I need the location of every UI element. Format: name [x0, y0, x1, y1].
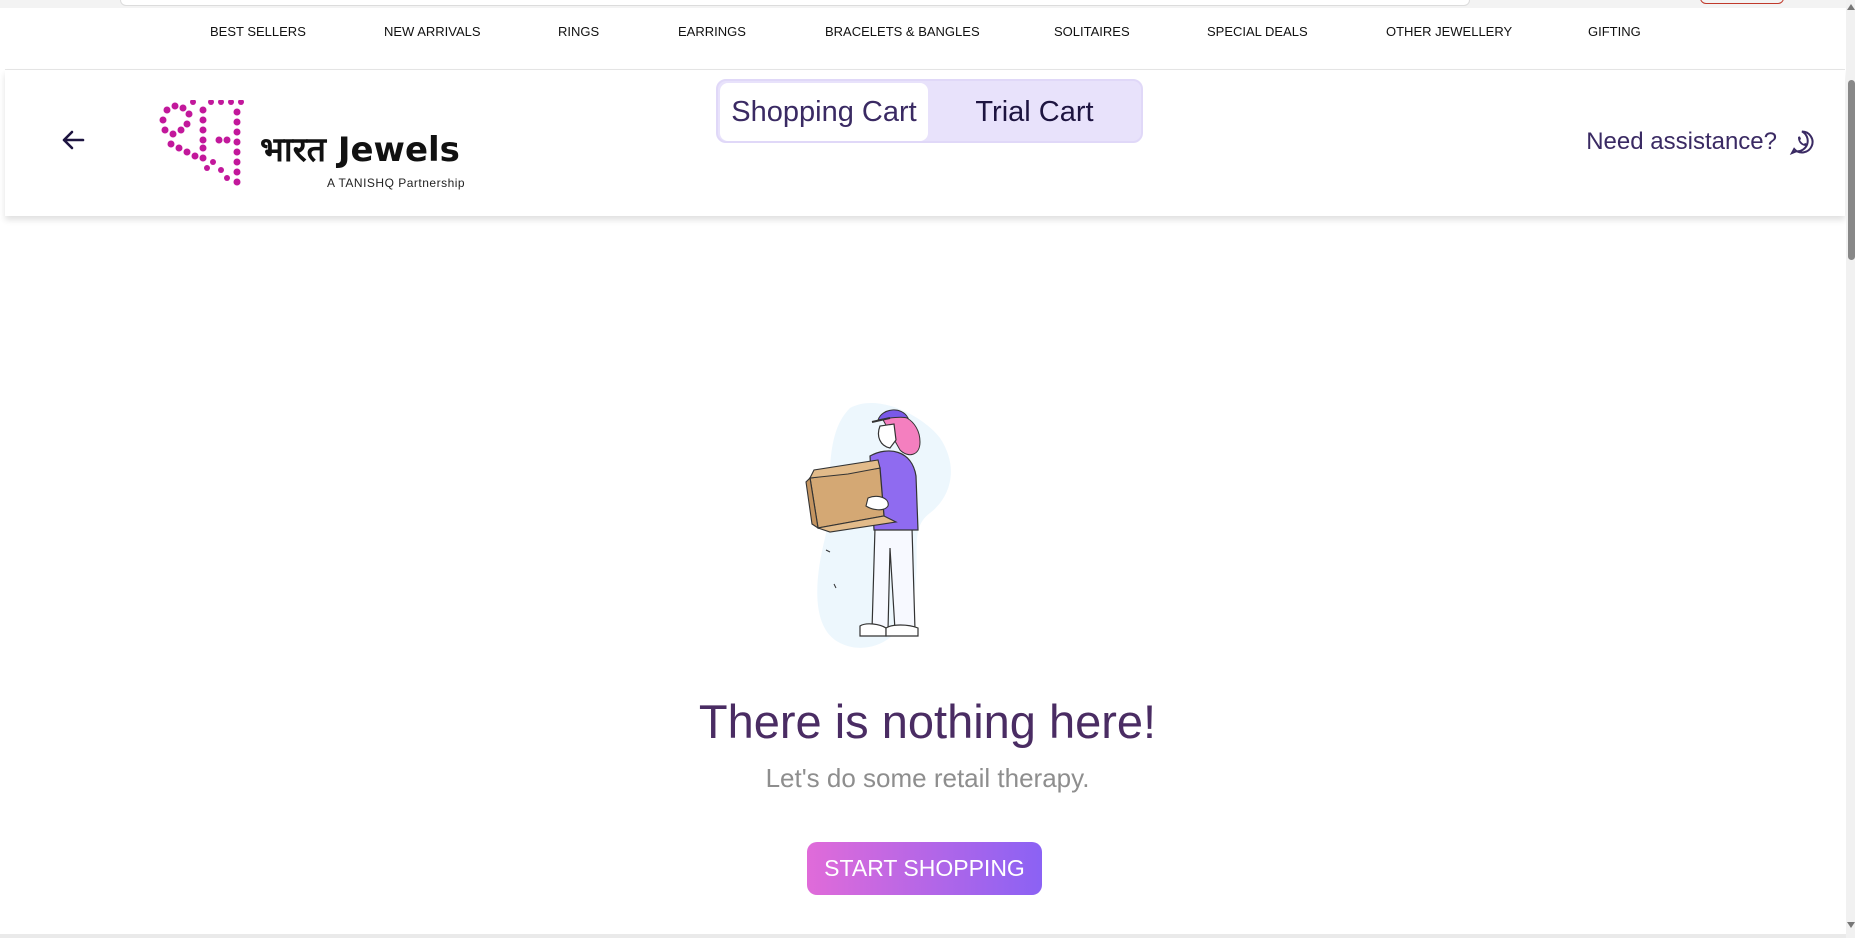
empty-cart-title: There is nothing here!: [698, 695, 1157, 748]
back-button[interactable]: [57, 124, 89, 156]
tab-trial-cart[interactable]: Trial Cart: [928, 83, 1141, 141]
empty-cart-subtitle: Let's do some retail therapy.: [765, 763, 1090, 793]
top-button-edge[interactable]: [1700, 0, 1784, 4]
start-shopping-button[interactable]: START SHOPPING: [807, 842, 1042, 895]
scroll-up-arrow-icon[interactable]: [1847, 4, 1855, 10]
nav-item-earrings[interactable]: EARRINGS: [678, 24, 746, 39]
need-assistance-link[interactable]: Need assistance?: [1586, 128, 1815, 156]
nav-item-gifting[interactable]: GIFTING: [1588, 24, 1641, 39]
page: BEST SELLERS NEW ARRIVALS RINGS EARRINGS…: [0, 0, 1855, 938]
heart-pattern-logo-mark: [159, 100, 244, 186]
brand-logo[interactable]: भारत Jewels A TANISHQ Partnership: [157, 100, 487, 200]
top-strip: [0, 0, 1855, 8]
bottom-edge: [0, 934, 1846, 938]
whatsapp-icon: [1789, 130, 1814, 155]
nav-item-special-deals[interactable]: SPECIAL DEALS: [1207, 24, 1308, 39]
tab-shopping-cart[interactable]: Shopping Cart: [720, 83, 928, 141]
nav-item-bracelets-bangles[interactable]: BRACELETS & BANGLES: [825, 24, 980, 39]
nav-item-new-arrivals[interactable]: NEW ARRIVALS: [384, 24, 481, 39]
cart-header: भारत Jewels A TANISHQ Partnership Shoppi…: [5, 70, 1845, 216]
scroll-down-arrow-icon[interactable]: [1847, 922, 1855, 928]
assistance-label: Need assistance?: [1586, 128, 1777, 155]
person-holding-box-illustration: [805, 403, 951, 648]
nav-item-solitaires[interactable]: SOLITAIRES: [1054, 24, 1130, 39]
category-navbar: BEST SELLERS NEW ARRIVALS RINGS EARRINGS…: [5, 8, 1845, 70]
arrow-left-icon: [62, 130, 85, 150]
scrollbar-thumb[interactable]: [1848, 80, 1855, 260]
search-bar-edge[interactable]: [120, 0, 1470, 6]
logo-subtitle: A TANISHQ Partnership: [327, 176, 466, 190]
nav-item-best-sellers[interactable]: BEST SELLERS: [210, 24, 306, 39]
nav-item-rings[interactable]: RINGS: [558, 24, 599, 39]
logo-title: भारत Jewels: [260, 130, 460, 170]
nav-item-other-jewellery[interactable]: OTHER JEWELLERY: [1386, 24, 1512, 39]
cart-type-toggle: Shopping Cart Trial Cart: [716, 79, 1143, 143]
